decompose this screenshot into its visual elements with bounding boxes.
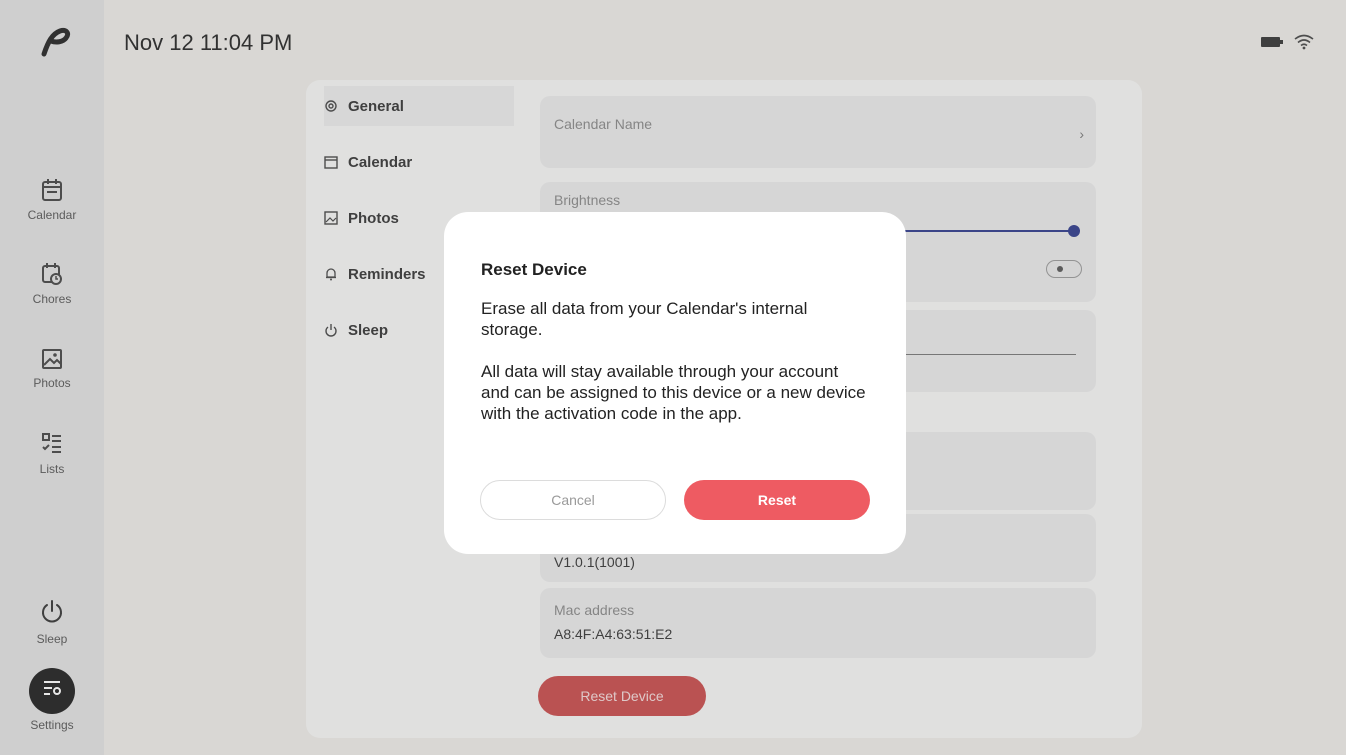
reset-button[interactable]: Reset [684,480,870,520]
cancel-button[interactable]: Cancel [480,480,666,520]
app-root: Calendar Chores Photos Lists Sleep Setti… [0,0,1346,755]
reset-device-dialog: Reset Device Erase all data from your Ca… [444,212,906,554]
dialog-text-2: All data will stay available through you… [481,362,866,423]
dialog-text-1: Erase all data from your Calendar's inte… [481,299,808,339]
dialog-title: Reset Device [481,260,587,279]
dialog-body: Erase all data from your Calendar's inte… [481,298,871,445]
